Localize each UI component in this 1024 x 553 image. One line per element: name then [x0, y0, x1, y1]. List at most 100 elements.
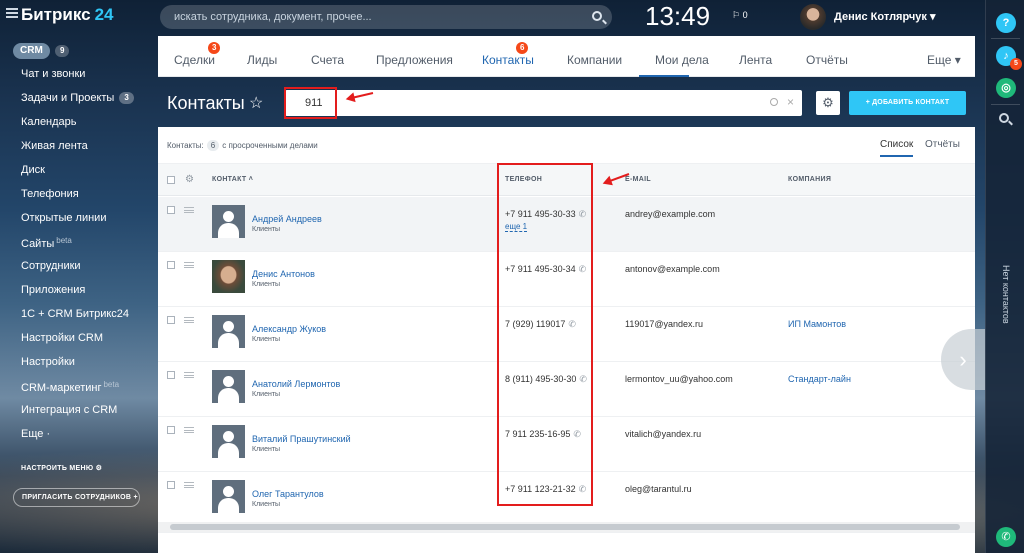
contact-email[interactable]: oleg@tarantul.ru: [625, 484, 692, 494]
tab[interactable]: Еще ▾: [927, 53, 961, 67]
column-header-company[interactable]: КОМПАНИЯ: [788, 176, 831, 183]
avatar-placeholder-body: [218, 498, 239, 513]
view-reports-tab[interactable]: Отчёты: [925, 139, 960, 150]
contact-email[interactable]: vitalich@yandex.ru: [625, 429, 701, 439]
contact-email[interactable]: 119017@yandex.ru: [625, 319, 703, 329]
left-menu: CRM 9 Чат и звонки Задачи и Проекты 3 Кален…: [0, 36, 158, 553]
menu-item[interactable]: Настройки CRM: [21, 332, 103, 344]
horizontal-scrollbar[interactable]: [158, 522, 975, 532]
invite-employees-button[interactable]: ПРИГЛАСИТЬ СОТРУДНИКОВ +: [13, 488, 140, 507]
avatar[interactable]: [212, 480, 245, 513]
row-checkbox[interactable]: [167, 426, 175, 434]
contact-company-link[interactable]: Стандарт-лайн: [788, 374, 851, 384]
add-contact-button[interactable]: + ДОБАВИТЬ КОНТАКТ: [849, 91, 966, 115]
tab[interactable]: Лента: [739, 53, 772, 67]
avatar-placeholder-body: [218, 223, 239, 238]
contact-name-link[interactable]: Денис Антонов: [252, 269, 315, 279]
menu-item[interactable]: Задачи и Проекты 3: [21, 92, 134, 104]
tab[interactable]: Предложения: [376, 53, 453, 67]
configure-menu-button[interactable]: НАСТРОИТЬ МЕНЮ ⚙: [21, 464, 102, 472]
avatar-placeholder-head: [223, 321, 234, 332]
tab[interactable]: Лиды: [247, 53, 277, 67]
menu-icon[interactable]: [6, 8, 18, 18]
menu-item[interactable]: 1С + CRM Битрикс24: [21, 308, 129, 320]
global-search-input[interactable]: искать сотрудника, документ, прочее...: [160, 5, 612, 29]
menu-item[interactable]: CRM-маркетинг beta: [21, 380, 119, 394]
menu-item-crm[interactable]: CRM: [13, 43, 50, 59]
grid-toolbar: Контакты: 6 с просроченными делами Список …: [158, 127, 975, 164]
clock[interactable]: 13:49: [645, 1, 710, 32]
column-header-contact[interactable]: КОНТАКТ ˄: [212, 176, 253, 183]
menu-item[interactable]: Сайты beta: [21, 236, 72, 250]
star-icon[interactable]: ☆: [249, 93, 263, 113]
tab[interactable]: Счета: [311, 53, 344, 67]
chat-icon[interactable]: ◎: [996, 78, 1016, 98]
contact-name-link[interactable]: Олег Тарантулов: [252, 489, 324, 499]
menu-item[interactable]: Приложения: [21, 284, 85, 296]
clear-icon[interactable]: ×: [787, 95, 794, 109]
menu-item[interactable]: Еще ·: [21, 428, 50, 440]
avatar[interactable]: [212, 370, 245, 403]
row-checkbox[interactable]: [167, 316, 175, 324]
column-settings-icon[interactable]: ⚙: [185, 174, 194, 185]
avatar-placeholder-head: [223, 431, 234, 442]
menu-item[interactable]: Настройки: [21, 356, 75, 368]
menu-item[interactable]: Сотрудники: [21, 260, 81, 272]
flag-counter[interactable]: ⚐ 0: [732, 10, 748, 21]
contact-name-link[interactable]: Анатолий Лермонтов: [252, 379, 340, 389]
search-icon[interactable]: [592, 11, 602, 21]
search-icon[interactable]: [999, 113, 1009, 123]
row-actions-icon[interactable]: [184, 262, 194, 268]
tab[interactable]: Контакты: [482, 53, 534, 67]
scrollbar-thumb[interactable]: [170, 524, 960, 530]
row-checkbox[interactable]: [167, 206, 175, 214]
contact-type: Клиенты: [252, 336, 281, 343]
crm-tabs: Сделки 3 Лиды Счета Предложения Контакты 6 Комп…: [158, 36, 975, 77]
column-header-email[interactable]: E-MAIL: [625, 176, 651, 183]
menu-item[interactable]: Диск: [21, 164, 45, 176]
avatar[interactable]: [212, 205, 245, 238]
contact-email[interactable]: andrey@example.com: [625, 209, 715, 219]
help-icon[interactable]: ?: [996, 13, 1016, 33]
user-avatar[interactable]: [800, 4, 826, 30]
row-actions-icon[interactable]: [184, 372, 194, 378]
avatar[interactable]: [212, 260, 245, 293]
tab[interactable]: Сделки: [174, 53, 215, 67]
menu-item[interactable]: Живая лента: [21, 140, 88, 152]
overdue-summary[interactable]: Контакты: 6 с просроченными делами: [167, 140, 318, 151]
select-all-checkbox[interactable]: [167, 176, 175, 184]
search-icon[interactable]: [770, 98, 778, 106]
menu-item[interactable]: Интеграция с CRM: [21, 404, 117, 416]
contacts-panel-label[interactable]: Нет контактов: [997, 265, 1011, 345]
phone-icon[interactable]: ✆: [996, 527, 1016, 547]
menu-item[interactable]: Телефония: [21, 188, 79, 200]
row-checkbox[interactable]: [167, 481, 175, 489]
tab[interactable]: Отчёты: [806, 53, 848, 67]
avatar[interactable]: [212, 425, 245, 458]
contact-name-link[interactable]: Александр Жуков: [252, 324, 326, 334]
contact-email[interactable]: antonov@example.com: [625, 264, 720, 274]
view-list-tab[interactable]: Список: [880, 139, 914, 157]
contact-type: Клиенты: [252, 281, 281, 288]
menu-item[interactable]: Открытые линии: [21, 212, 106, 224]
menu-item[interactable]: Чат и звонки: [21, 68, 85, 80]
contact-company-link[interactable]: ИП Мамонтов: [788, 319, 846, 329]
tab[interactable]: Компании: [567, 53, 622, 67]
row-actions-icon[interactable]: [184, 207, 194, 213]
contact-name-link[interactable]: Андрей Андреев: [252, 214, 322, 224]
row-actions-icon[interactable]: [184, 427, 194, 433]
contact-name-link[interactable]: Виталий Прашутинский: [252, 434, 351, 444]
menu-item-label: 1С + CRM Битрикс24: [21, 308, 130, 320]
contact-email[interactable]: lermontov_uu@yahoo.com: [625, 374, 733, 384]
row-checkbox[interactable]: [167, 371, 175, 379]
avatar[interactable]: [212, 315, 245, 348]
divider: [991, 104, 1020, 105]
settings-gear-button[interactable]: ⚙: [816, 91, 840, 115]
tab[interactable]: Мои дела: [655, 53, 709, 67]
user-menu[interactable]: Денис Котлярчук ▾: [834, 10, 936, 23]
row-actions-icon[interactable]: [184, 317, 194, 323]
menu-item[interactable]: Календарь: [21, 116, 77, 128]
row-checkbox[interactable]: [167, 261, 175, 269]
logo[interactable]: Битрикс 24: [21, 5, 114, 25]
row-actions-icon[interactable]: [184, 482, 194, 488]
